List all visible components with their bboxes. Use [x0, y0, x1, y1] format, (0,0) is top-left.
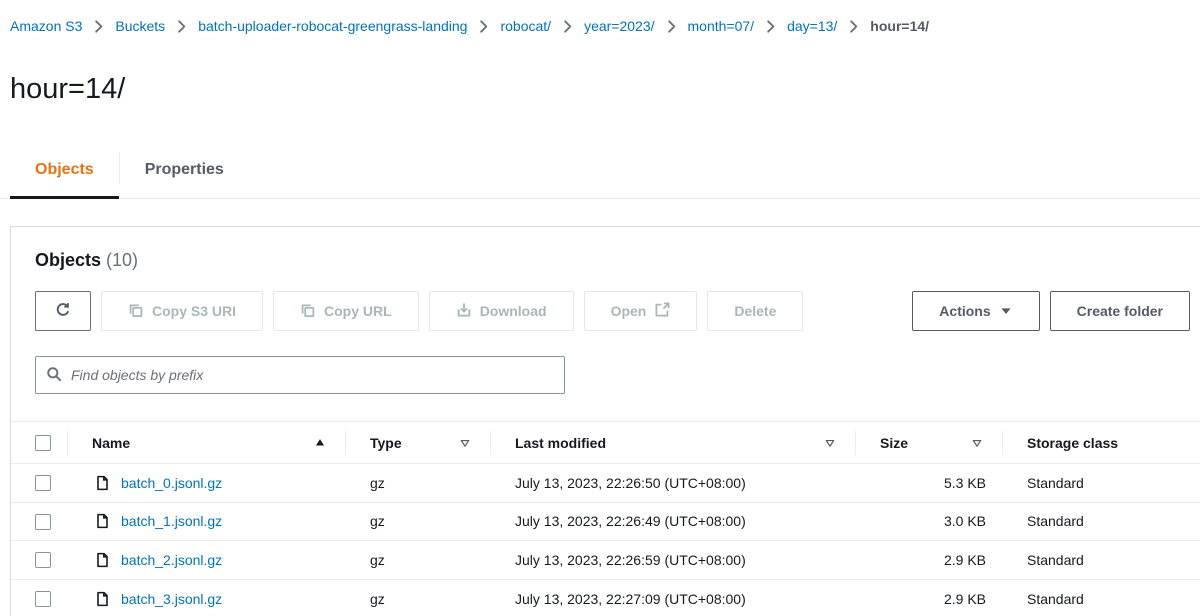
object-link[interactable]: batch_1.jsonl.gz [121, 513, 222, 529]
sortable-icon [970, 436, 984, 450]
cell-last-modified: July 13, 2023, 22:26:59 (UTC+08:00) [490, 552, 855, 568]
cell-size: 3.0 KB [855, 513, 1002, 529]
select-all-checkbox[interactable] [35, 435, 51, 451]
table-row: batch_3.jsonl.gz gz July 13, 2023, 22:27… [11, 580, 1200, 616]
breadcrumb-month[interactable]: month=07/ [688, 18, 755, 34]
cell-last-modified: July 13, 2023, 22:27:09 (UTC+08:00) [490, 591, 855, 607]
cell-type: gz [345, 475, 490, 491]
actions-dropdown-button[interactable]: Actions [912, 291, 1039, 331]
search-icon [46, 366, 62, 385]
cell-size: 2.9 KB [855, 591, 1002, 607]
open-button[interactable]: Open [584, 291, 698, 331]
cell-storage-class: Standard [1002, 475, 1200, 491]
objects-panel: Objects(10) Copy S3 URI Copy URL Downloa… [10, 226, 1200, 616]
chevron-right-icon [476, 19, 491, 34]
copy-url-button[interactable]: Copy URL [273, 291, 419, 331]
chevron-right-icon [91, 19, 106, 34]
column-header-name[interactable]: Name [67, 422, 345, 463]
breadcrumb-day[interactable]: day=13/ [787, 18, 837, 34]
column-header-last-modified[interactable]: Last modified [490, 422, 855, 463]
cell-storage-class: Standard [1002, 591, 1200, 607]
object-count-badge: (10) [106, 250, 138, 270]
copy-s3-uri-button[interactable]: Copy S3 URI [101, 291, 263, 331]
cell-last-modified: July 13, 2023, 22:26:49 (UTC+08:00) [490, 513, 855, 529]
header-checkbox-cell [11, 422, 67, 463]
sort-ascending-icon [313, 436, 327, 450]
object-link[interactable]: batch_2.jsonl.gz [121, 552, 222, 568]
breadcrumb-amazon-s3[interactable]: Amazon S3 [10, 18, 82, 34]
breadcrumb-hour-current: hour=14/ [870, 18, 929, 34]
refresh-button[interactable] [35, 291, 91, 331]
create-folder-button[interactable]: Create folder [1050, 291, 1190, 331]
table-row: batch_2.jsonl.gz gz July 13, 2023, 22:26… [11, 541, 1200, 580]
table-row: batch_0.jsonl.gz gz July 13, 2023, 22:26… [11, 464, 1200, 503]
file-icon [95, 591, 110, 607]
search-input[interactable] [71, 367, 554, 383]
objects-panel-header: Objects(10) [11, 227, 1200, 271]
cell-type: gz [345, 513, 490, 529]
chevron-right-icon [763, 19, 778, 34]
cell-type: gz [345, 552, 490, 568]
breadcrumb: Amazon S3 Buckets batch-uploader-robocat… [10, 16, 1200, 36]
toolbar: Copy S3 URI Copy URL Download Open Delet… [35, 291, 1190, 331]
refresh-icon [55, 302, 71, 321]
chevron-right-icon [174, 19, 189, 34]
chevron-right-icon [664, 19, 679, 34]
table-row: batch_1.jsonl.gz gz July 13, 2023, 22:26… [11, 503, 1200, 542]
search-box [35, 356, 565, 394]
cell-size: 5.3 KB [855, 475, 1002, 491]
column-header-type[interactable]: Type [345, 422, 490, 463]
column-header-storage-class: Storage class [1002, 422, 1200, 463]
file-icon [95, 513, 110, 529]
download-icon [456, 302, 472, 321]
row-checkbox[interactable] [35, 475, 51, 491]
chevron-right-icon [560, 19, 575, 34]
cell-type: gz [345, 591, 490, 607]
cell-last-modified: July 13, 2023, 22:26:50 (UTC+08:00) [490, 475, 855, 491]
object-link[interactable]: batch_3.jsonl.gz [121, 591, 222, 607]
tab-bar: Objects Properties [0, 150, 1200, 199]
copy-icon [128, 302, 144, 321]
objects-table: Name Type Last modified Size Storage cla [11, 421, 1200, 616]
chevron-right-icon [846, 19, 861, 34]
panel-title: Objects [35, 250, 101, 270]
delete-button[interactable]: Delete [707, 291, 803, 331]
cell-size: 2.9 KB [855, 552, 1002, 568]
column-header-size[interactable]: Size [855, 422, 1002, 463]
page-title: hour=14/ [10, 72, 1200, 106]
row-checkbox[interactable] [35, 514, 51, 530]
file-icon [95, 552, 110, 568]
row-checkbox[interactable] [35, 591, 51, 607]
tab-properties[interactable]: Properties [120, 150, 249, 199]
external-link-icon [654, 302, 670, 321]
caret-down-icon [999, 304, 1013, 318]
table-header-row: Name Type Last modified Size Storage cla [11, 422, 1200, 464]
download-button[interactable]: Download [429, 291, 574, 331]
cell-storage-class: Standard [1002, 513, 1200, 529]
sortable-icon [823, 436, 837, 450]
cell-storage-class: Standard [1002, 552, 1200, 568]
tab-objects[interactable]: Objects [10, 150, 119, 199]
file-icon [95, 475, 110, 491]
breadcrumb-robocat[interactable]: robocat/ [500, 18, 551, 34]
object-link[interactable]: batch_0.jsonl.gz [121, 475, 222, 491]
breadcrumb-bucket-name[interactable]: batch-uploader-robocat-greengrass-landin… [198, 18, 467, 34]
sortable-icon [458, 436, 472, 450]
row-checkbox[interactable] [35, 552, 51, 568]
copy-icon [300, 302, 316, 321]
breadcrumb-buckets[interactable]: Buckets [115, 18, 165, 34]
breadcrumb-year[interactable]: year=2023/ [584, 18, 654, 34]
